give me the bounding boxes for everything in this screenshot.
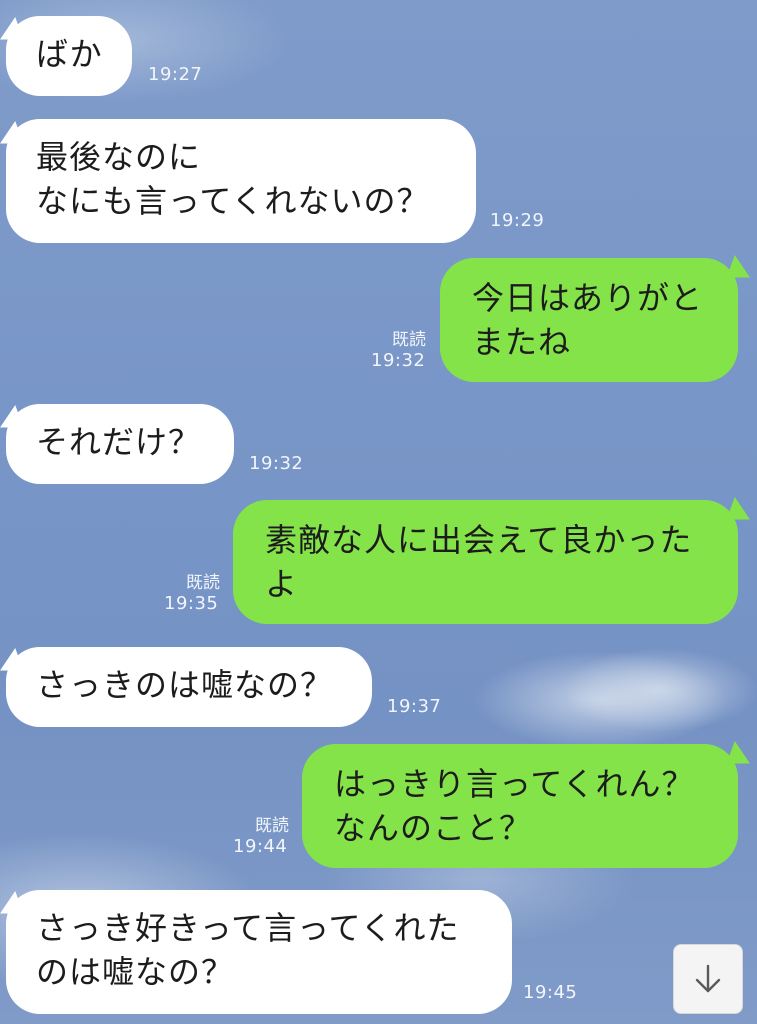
message-bubble[interactable]: さっき好きって言ってくれた のは嘘なの？	[6, 890, 512, 1014]
message-text: さっきのは嘘なの？	[36, 666, 334, 704]
message-text: それだけ？	[36, 423, 202, 461]
message-text: さっき好きって言ってくれた	[36, 909, 460, 947]
arrow-down-icon	[695, 964, 721, 993]
message-time: 19:29	[490, 210, 545, 231]
message-text: 今日はありがと	[472, 279, 704, 317]
read-receipt: 既読	[186, 573, 220, 593]
scroll-to-bottom-button[interactable]	[673, 944, 743, 1014]
message-time: 19:45	[523, 982, 578, 1003]
message-time: 19:32	[371, 350, 426, 371]
message-time: 19:44	[233, 836, 288, 857]
message-text: はっきり言ってくれん？	[334, 765, 695, 803]
message-bubble[interactable]: ばか	[6, 16, 132, 96]
message-text: のは嘘なの？	[36, 953, 235, 991]
message-time: 19:32	[249, 453, 304, 474]
message-text: 最後なのに	[36, 138, 202, 176]
message-bubble[interactable]: さっきのは嘘なの？	[6, 647, 372, 727]
message-time: 19:27	[148, 64, 203, 85]
message-time: 19:35	[164, 593, 219, 614]
message-text: 素敵な人に出会えて良かった	[265, 521, 693, 559]
message-text: またね	[472, 323, 572, 361]
message-bubble[interactable]: はっきり言ってくれん？ なんのこと？	[302, 744, 738, 868]
message-bubble[interactable]: それだけ？	[6, 404, 234, 484]
message-text: なんのこと？	[334, 809, 533, 847]
message-bubble[interactable]: 最後なのに なにも言ってくれないの？	[6, 119, 476, 243]
message-text: よ	[265, 565, 299, 603]
message-text: ばか	[36, 35, 103, 73]
message-bubble[interactable]: 素敵な人に出会えて良かった よ	[233, 500, 738, 624]
read-receipt: 既読	[255, 816, 289, 836]
message-bubble[interactable]: 今日はありがと またね	[440, 258, 738, 382]
message-time: 19:37	[387, 696, 442, 717]
read-receipt: 既読	[392, 330, 426, 350]
message-text: なにも言ってくれないの？	[36, 182, 430, 220]
